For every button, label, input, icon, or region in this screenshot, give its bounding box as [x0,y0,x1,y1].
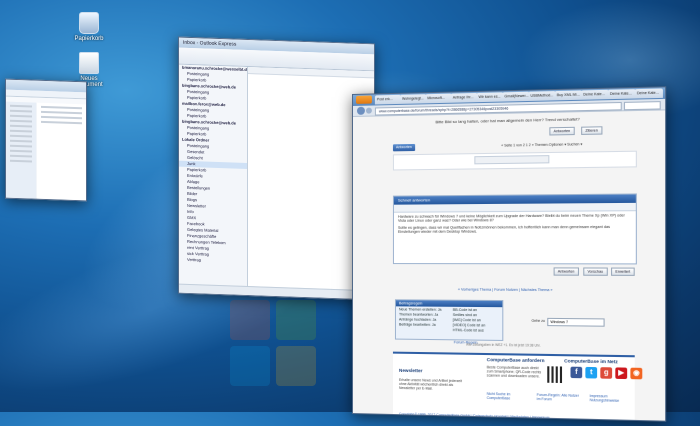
browser-tab[interactable]: Deine Kate... [634,88,663,99]
posting-rules-box: Beitragsregeln Neue Themen erstellen: Ja… [394,299,504,341]
pagination[interactable]: « Seite 1 von 2 1 2 » Themen-Optionen ▾ … [501,142,582,147]
editor-text: Hardware zu schwach für Windows 7 und ke… [397,213,625,224]
mail-folder-pane[interactable]: bmanoranu.schrocke@wesselbt.de Posteingan… [179,64,248,288]
mail-folder-item[interactable]: Verttrag [179,257,247,265]
browser-tab[interactable]: Microsoft... [425,93,452,104]
youtube-icon[interactable]: ▶ [615,367,628,380]
forum-jump-select[interactable]: Windows 7 [547,317,605,327]
recycle-bin-icon[interactable]: Papierkorb [72,12,106,42]
answer-button[interactable]: Antworten [392,143,415,152]
reply-button[interactable]: Antworten [549,126,575,136]
site-footer: ComputerBase anfordern ComputerBase im N… [392,351,643,421]
mail-window[interactable]: Inbox - Outlook Express bmanoranu.schroc… [178,36,375,301]
desktop-icon-label: Papierkorb [74,36,104,42]
explorer-window[interactable] [5,78,87,202]
browser-tab[interactable]: Wir kann es... [476,92,504,103]
qr-code [547,366,565,384]
back-icon[interactable] [356,106,365,115]
facebook-icon[interactable]: f [570,366,583,379]
explorer-file-list[interactable] [37,102,86,201]
google-plus-icon[interactable]: g [600,367,613,379]
send-button[interactable]: Antworten [553,267,579,276]
advanced-button[interactable]: Erweitert [611,267,635,276]
posting-rules-title: Beitragsregeln [395,300,503,308]
jump-label: Gehe zu [531,318,545,323]
time-info: Alle Zeitangaben in WEZ +1. Es ist jetzt… [466,342,541,348]
editor-text: Sollte es gelingen, dass wir mal Quellfa… [397,224,611,235]
twitter-icon[interactable]: t [585,366,598,379]
browser-tab[interactable]: Deine Kate... [581,89,609,100]
editor-toolbar[interactable] [393,202,636,213]
browser-tab[interactable]: Deine Kate... [607,89,636,100]
browser-tab[interactable]: Post erk... [374,94,402,105]
explorer-sidebar [6,101,36,199]
browser-tab[interactable]: Gmail(Newer... [502,91,530,102]
browser-tab[interactable]: Wohngelegt... [399,94,427,104]
thread-nav-links[interactable]: « Vorheriges Thema | Forum Nutzen | Näch… [458,288,553,293]
browser-tab[interactable]: USBMethod... [528,91,556,101]
page-content: Bitte Bild so lang halten, oder hat man … [352,110,666,421]
rss-icon[interactable]: ◉ [630,367,643,380]
quick-reply-editor[interactable]: Schnell antworten Hardware zu schwach fü… [392,193,637,265]
browser-tab[interactable]: Anfrage Ihr... [450,92,478,103]
browser-window[interactable]: Post erk... Wohngelegt... Microsoft... Anfr… [352,86,667,422]
forward-icon[interactable] [365,107,372,114]
question-text: Bitte Bild so lang halten, oder hat man … [435,116,580,125]
search-box[interactable] [623,101,661,111]
windows-logo-watermark [230,300,320,390]
preview-button[interactable]: Vorschau [583,267,608,276]
quote-button[interactable]: Zitieren [581,126,603,135]
firefox-menu-button[interactable] [355,95,372,104]
browser-tab[interactable]: Buy XML Mi... [554,90,583,101]
